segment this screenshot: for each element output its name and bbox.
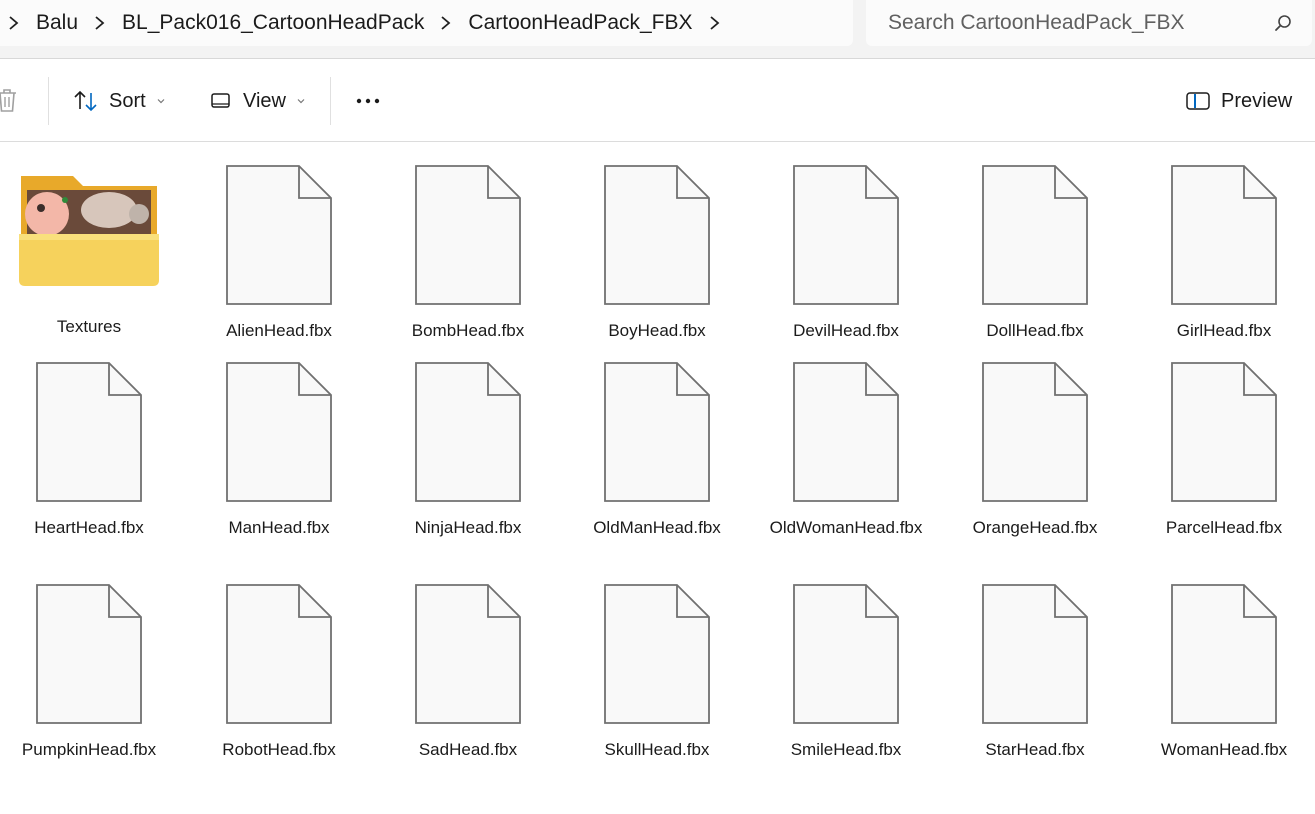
preview-pane-icon bbox=[1186, 92, 1210, 110]
folder-icon bbox=[19, 176, 159, 286]
more-icon bbox=[356, 98, 380, 104]
file-item[interactable]: OldWomanHead.fbx bbox=[763, 339, 929, 541]
file-item[interactable]: ParcelHead.fbx bbox=[1141, 339, 1307, 541]
item-label: OrangeHead.fbx bbox=[972, 518, 1098, 537]
sort-icon bbox=[74, 90, 97, 112]
item-label: WomanHead.fbx bbox=[1160, 740, 1288, 759]
item-label: NinjaHead.fbx bbox=[414, 518, 522, 537]
file-item[interactable]: OrangeHead.fbx bbox=[952, 339, 1118, 541]
file-icon bbox=[604, 584, 710, 724]
search-icon[interactable] bbox=[1274, 14, 1292, 32]
file-icon bbox=[226, 165, 332, 305]
item-label: StarHead.fbx bbox=[985, 740, 1085, 759]
file-icon bbox=[36, 584, 142, 724]
file-icon bbox=[982, 165, 1088, 305]
search-input[interactable] bbox=[888, 11, 1268, 35]
command-bar: Sort View Preview bbox=[0, 59, 1315, 142]
file-item[interactable]: RobotHead.fbx bbox=[196, 561, 362, 763]
file-item[interactable]: AlienHead.fbx bbox=[196, 142, 362, 344]
file-icon bbox=[793, 584, 899, 724]
file-icon bbox=[793, 165, 899, 305]
file-item[interactable]: DevilHead.fbx bbox=[763, 142, 929, 344]
sort-label: Sort bbox=[109, 89, 146, 112]
file-item[interactable]: HeartHead.fbx bbox=[6, 339, 172, 541]
address-bar[interactable]: Balu BL_Pack016_CartoonHeadPack CartoonH… bbox=[0, 0, 853, 46]
breadcrumb-item-balu[interactable]: Balu bbox=[28, 11, 86, 35]
chevron-down-icon bbox=[297, 99, 305, 104]
item-label: SadHead.fbx bbox=[418, 740, 518, 759]
view-label: View bbox=[243, 89, 286, 112]
breadcrumb-chevron-icon[interactable] bbox=[86, 15, 114, 31]
sort-button[interactable]: Sort bbox=[73, 81, 166, 121]
view-icon bbox=[211, 93, 230, 108]
file-item[interactable]: DollHead.fbx bbox=[952, 142, 1118, 344]
item-label: OldManHead.fbx bbox=[593, 518, 721, 537]
file-item[interactable]: ManHead.fbx bbox=[196, 339, 362, 541]
file-icon bbox=[415, 362, 521, 502]
more-options-button[interactable] bbox=[355, 81, 383, 121]
delete-button[interactable] bbox=[0, 81, 20, 121]
trash-icon bbox=[0, 89, 16, 112]
file-icon bbox=[982, 362, 1088, 502]
item-label: ManHead.fbx bbox=[228, 518, 330, 537]
file-item[interactable]: SkullHead.fbx bbox=[574, 561, 740, 763]
file-icon bbox=[793, 362, 899, 502]
file-icon bbox=[226, 584, 332, 724]
toolbar-divider bbox=[48, 77, 49, 125]
file-item[interactable]: OldManHead.fbx bbox=[574, 339, 740, 541]
file-item[interactable]: PumpkinHead.fbx bbox=[6, 561, 172, 763]
breadcrumb-chevron-icon[interactable] bbox=[432, 15, 460, 31]
item-label: SkullHead.fbx bbox=[604, 740, 710, 759]
file-icon bbox=[604, 165, 710, 305]
preview-pane-button[interactable]: Preview bbox=[1185, 81, 1292, 121]
file-icon bbox=[415, 584, 521, 724]
toolbar-divider bbox=[330, 77, 331, 125]
breadcrumb-item-fbx[interactable]: CartoonHeadPack_FBX bbox=[460, 11, 700, 35]
file-icon bbox=[1171, 362, 1277, 502]
file-icon bbox=[36, 362, 142, 502]
breadcrumb-chevron-icon[interactable] bbox=[0, 15, 28, 31]
file-icon bbox=[1171, 165, 1277, 305]
file-item[interactable]: GirlHead.fbx bbox=[1141, 142, 1307, 344]
folder-item-textures[interactable]: Textures bbox=[6, 142, 172, 340]
item-label: Textures bbox=[56, 317, 122, 336]
file-icon bbox=[415, 165, 521, 305]
search-box[interactable] bbox=[866, 0, 1312, 46]
item-label: OldWomanHead.fbx bbox=[769, 518, 923, 537]
file-item[interactable]: SmileHead.fbx bbox=[763, 561, 929, 763]
file-item[interactable]: WomanHead.fbx bbox=[1141, 561, 1307, 763]
item-label: HeartHead.fbx bbox=[34, 518, 144, 537]
file-item[interactable]: NinjaHead.fbx bbox=[385, 339, 551, 541]
preview-label: Preview bbox=[1221, 89, 1293, 112]
item-label: RobotHead.fbx bbox=[222, 740, 336, 759]
chevron-down-icon bbox=[157, 99, 165, 104]
breadcrumb-chevron-icon[interactable] bbox=[701, 15, 729, 31]
file-grid: Textures AlienHead.fbx BombHead.fbx BoyH… bbox=[0, 142, 1315, 814]
file-icon bbox=[604, 362, 710, 502]
item-label: ParcelHead.fbx bbox=[1165, 518, 1283, 537]
file-item[interactable]: BombHead.fbx bbox=[385, 142, 551, 344]
view-button[interactable]: View bbox=[209, 81, 306, 121]
file-icon bbox=[226, 362, 332, 502]
file-item[interactable]: SadHead.fbx bbox=[385, 561, 551, 763]
item-label: SmileHead.fbx bbox=[790, 740, 902, 759]
file-item[interactable]: StarHead.fbx bbox=[952, 561, 1118, 763]
file-icon bbox=[982, 584, 1088, 724]
breadcrumb-item-pack[interactable]: BL_Pack016_CartoonHeadPack bbox=[114, 11, 432, 35]
file-item[interactable]: BoyHead.fbx bbox=[574, 142, 740, 344]
item-label: PumpkinHead.fbx bbox=[21, 740, 157, 759]
file-icon bbox=[1171, 584, 1277, 724]
title-bar: Balu BL_Pack016_CartoonHeadPack CartoonH… bbox=[0, 0, 1315, 59]
